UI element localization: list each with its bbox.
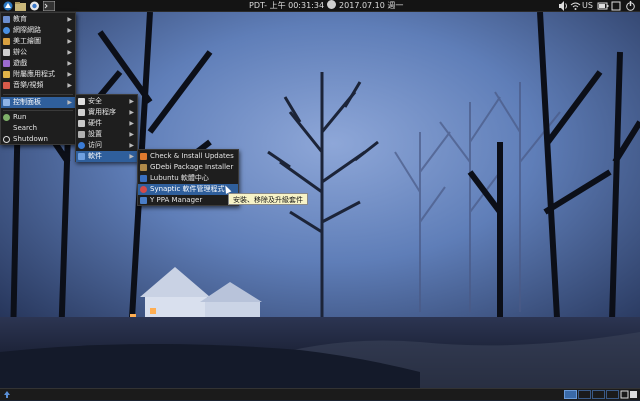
- graphics-icon: [3, 38, 10, 45]
- submenu-arrow-icon: ▶: [129, 120, 134, 127]
- workspace-1[interactable]: [564, 390, 577, 399]
- menu-item-access[interactable]: 访问 ▶: [76, 140, 137, 151]
- run-icon: [3, 114, 10, 121]
- menu-item-search[interactable]: Search: [1, 123, 75, 134]
- workspace-2[interactable]: [578, 390, 591, 399]
- browser-icon: [30, 1, 39, 11]
- main-menu: 教育 ▶ 網際網路 ▶ 美工繪圖 ▶ 辦公 ▶ 遊戲 ▶ 附屬應用程式 ▶ 音樂/視頻 ▶ 控…: [0, 12, 76, 145]
- lubuntu-logo-icon: [3, 1, 13, 11]
- internet-icon: [3, 27, 10, 34]
- battery-icon[interactable]: [597, 0, 609, 12]
- control-panel-icon: [3, 99, 10, 106]
- menu-item-multimedia[interactable]: 音樂/視頻 ▶: [1, 80, 75, 91]
- submenu-arrow-icon: ▶: [129, 131, 134, 138]
- menu-item-ppa-manager[interactable]: Y PPA Manager: [138, 195, 238, 206]
- workspace-3[interactable]: [592, 390, 605, 399]
- menu-item-run[interactable]: Run: [1, 112, 75, 123]
- submenu-arrow-icon: ▶: [129, 153, 134, 160]
- security-icon: [78, 98, 85, 105]
- menu-separator: [3, 110, 73, 111]
- desktop-menu-icon[interactable]: [3, 390, 11, 401]
- menu-item-settings[interactable]: 設置 ▶: [76, 129, 137, 140]
- clock-date: 2017.07.10 週一: [339, 1, 404, 10]
- terminal-icon: [42, 0, 56, 12]
- terminal-launcher[interactable]: [42, 0, 56, 12]
- bottom-panel: [0, 388, 640, 400]
- start-menu-button[interactable]: [2, 1, 14, 11]
- submenu-arrow-icon: ▶: [67, 38, 72, 45]
- menu-item-internet[interactable]: 網際網路 ▶: [1, 25, 75, 36]
- ppa-icon: [140, 197, 147, 204]
- synaptic-icon: [140, 186, 147, 193]
- package-icon: [140, 164, 147, 171]
- search-icon: [3, 125, 10, 132]
- logout-icon[interactable]: [625, 0, 636, 12]
- browser-launcher[interactable]: [29, 1, 40, 11]
- submenu-arrow-icon: ▶: [129, 109, 134, 116]
- utilities-icon: [78, 109, 85, 116]
- keyboard-layout-indicator[interactable]: US: [582, 0, 593, 12]
- menu-item-security[interactable]: 安全 ▶: [76, 96, 137, 107]
- menu-item-games[interactable]: 遊戲 ▶: [1, 58, 75, 69]
- show-desktop-icon[interactable]: [620, 390, 638, 401]
- menu-separator: [3, 94, 73, 95]
- submenu-arrow-icon: ▶: [129, 142, 134, 149]
- submenu-arrow-icon: ▶: [67, 16, 72, 23]
- office-icon: [3, 49, 10, 56]
- desktop-wallpaper: [0, 12, 640, 388]
- accessories-icon: [3, 71, 10, 78]
- workspace-4[interactable]: [606, 390, 619, 399]
- access-icon: [78, 142, 85, 149]
- folder-icon: [15, 2, 26, 11]
- calendar-icon: [327, 0, 337, 9]
- menu-item-utilities[interactable]: 實用程序 ▶: [76, 107, 137, 118]
- submenu-arrow-icon: ▶: [67, 27, 72, 34]
- synaptic-tooltip: 安裝、移除及升級套件: [228, 193, 308, 205]
- hardware-icon: [78, 120, 85, 127]
- menu-item-control-panel[interactable]: 控制面板 ▶: [1, 97, 75, 108]
- menu-item-software[interactable]: 軟件 ▶: [76, 151, 137, 162]
- updates-icon: [140, 153, 147, 160]
- multimedia-icon: [3, 82, 10, 89]
- menu-item-check-updates[interactable]: Check & Install Updates: [138, 151, 238, 162]
- settings-icon: [78, 131, 85, 138]
- software-center-icon: [140, 175, 147, 182]
- wifi-icon[interactable]: [570, 0, 581, 12]
- foggy-forest-wallpaper: [0, 12, 640, 388]
- menu-item-gdebi[interactable]: GDebi Package Installer: [138, 162, 238, 173]
- submenu-arrow-icon: ▶: [67, 82, 72, 89]
- submenu-arrow-icon: ▶: [67, 99, 72, 106]
- submenu-arrow-icon: ▶: [129, 98, 134, 105]
- games-icon: [3, 60, 10, 67]
- software-submenu: Check & Install Updates GDebi Package In…: [137, 149, 239, 206]
- menu-item-shutdown[interactable]: Shutdown: [1, 134, 75, 145]
- education-icon: [3, 16, 10, 23]
- clock-time: PDT- 上午 00:31:34: [249, 1, 325, 10]
- submenu-arrow-icon: ▶: [67, 71, 72, 78]
- volume-icon[interactable]: [558, 0, 568, 12]
- shutdown-icon: [3, 136, 10, 143]
- file-manager-launcher[interactable]: [15, 1, 26, 11]
- submenu-arrow-icon: ▶: [67, 49, 72, 56]
- menu-item-software-center[interactable]: Lubuntu 軟體中心: [138, 173, 238, 184]
- menu-item-education[interactable]: 教育 ▶: [1, 14, 75, 25]
- top-panel: PDT- 上午 00:31:34 2017.07.10 週一 US: [0, 0, 640, 12]
- menu-item-accessories[interactable]: 附屬應用程式 ▶: [1, 69, 75, 80]
- menu-item-office[interactable]: 辦公 ▶: [1, 47, 75, 58]
- submenu-arrow-icon: ▶: [67, 60, 72, 67]
- software-icon: [78, 153, 85, 160]
- menu-item-graphics[interactable]: 美工繪圖 ▶: [1, 36, 75, 47]
- clock[interactable]: PDT- 上午 00:31:34 2017.07.10 週一: [249, 0, 403, 12]
- menu-item-hardware[interactable]: 硬件 ▶: [76, 118, 137, 129]
- window-list-icon[interactable]: [611, 0, 621, 12]
- control-panel-submenu: 安全 ▶ 實用程序 ▶ 硬件 ▶ 設置 ▶ 访问 ▶ 軟件 ▶: [75, 94, 138, 162]
